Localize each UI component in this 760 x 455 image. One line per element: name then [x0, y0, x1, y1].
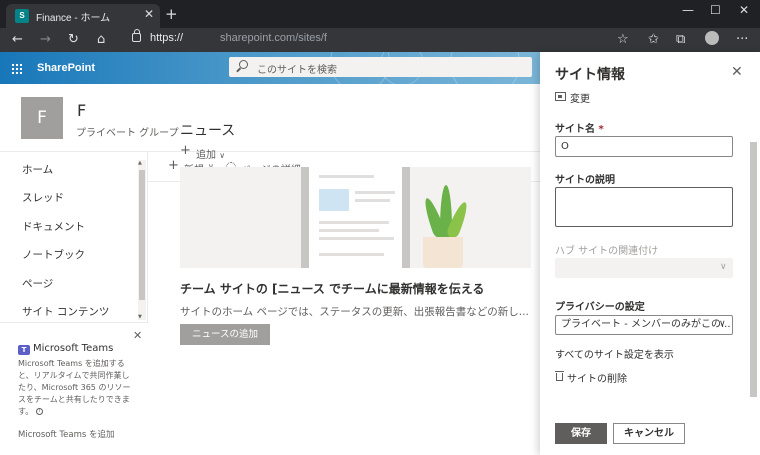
browser-toolbar: ← → ↻ ⌂ https:// sharepoint.com/sites/f … [0, 28, 760, 52]
delete-site-button[interactable]: サイトの削除 [567, 370, 627, 385]
tab-close-icon[interactable]: ✕ [144, 7, 154, 21]
site-description-label: サイトの説明 [555, 175, 615, 186]
illustration-line [319, 229, 379, 232]
panel-title: サイト情報 [555, 67, 625, 83]
back-icon[interactable]: ← [12, 32, 23, 47]
nav-item-pages[interactable]: ページ [22, 276, 53, 291]
site-description-textarea[interactable] [555, 187, 733, 227]
cancel-button[interactable]: キャンセル [613, 423, 685, 444]
privacy-label: プライバシーの設定 [555, 302, 645, 313]
news-section-title: ニュース [180, 123, 236, 139]
collections-icon[interactable]: ⧉ [676, 32, 685, 47]
chevron-down-icon[interactable]: ∨ [719, 319, 726, 329]
device-illustration [301, 167, 410, 268]
sharepoint-page: F F プライベート グループ ホーム スレッド ドキュメント ノートブック ペ… [0, 84, 540, 455]
nav-item-notebook[interactable]: ノートブック [22, 247, 85, 262]
news-body: サイトのホーム ページでは、ステータスの更新、出張報告書などの新し... [180, 306, 529, 318]
teams-logo-icon: T [18, 345, 30, 355]
chevron-down-icon: ∨ [720, 262, 727, 272]
scroll-up-icon[interactable]: ▲ [138, 160, 142, 166]
nav-item-site-contents[interactable]: サイト コンテンツ [22, 304, 109, 319]
teams-promo-card: ✕ T Microsoft Teams Microsoft Teams を追加す… [0, 322, 148, 455]
site-information-panel: サイト情報 ✕ 変更 サイト名 * O サイトの説明 ハブ サイトの関連付け ∨… [540, 52, 760, 455]
news-add-label: 追加 [196, 150, 216, 161]
teams-description: Microsoft Teams を追加すると、リアルタイムで共同作業したり、Mi… [18, 358, 136, 418]
more-icon[interactable]: ··· [736, 32, 748, 47]
hub-association-label: ハブ サイトの関連付け [555, 246, 659, 257]
nav-scroll-thumb[interactable] [139, 170, 145, 300]
home-icon[interactable]: ⌂ [97, 32, 105, 47]
nav-item-documents[interactable]: ドキュメント [22, 219, 85, 234]
nav-item-home[interactable]: ホーム [22, 162, 53, 177]
browser-tab[interactable]: S Finance - ホーム ✕ [6, 4, 160, 28]
news-headline[interactable]: チーム サイトの [ニュース でチームに最新情報を伝える [180, 280, 484, 297]
site-name-input[interactable]: O [555, 136, 733, 157]
news-hero-illustration[interactable] [180, 167, 531, 268]
illustration-image [319, 189, 349, 211]
image-edit-icon[interactable] [555, 92, 566, 101]
teams-add-link[interactable]: Microsoft Teams を追加 [18, 428, 114, 440]
chevron-down-icon: ∨ [219, 151, 226, 160]
sharepoint-brand[interactable]: SharePoint [37, 62, 95, 74]
illustration-line [355, 191, 395, 194]
tab-title: Finance - ホーム [36, 13, 111, 24]
app-launcher-icon[interactable] [11, 63, 22, 74]
teams-close-icon[interactable]: ✕ [133, 329, 142, 342]
site-title[interactable]: F [77, 101, 86, 120]
site-header: F F プライベート グループ [0, 84, 540, 152]
required-mark: * [598, 124, 604, 135]
nav-item-threads[interactable]: スレッド [22, 190, 64, 205]
view-all-settings-link[interactable]: すべてのサイト設定を表示 [555, 346, 674, 361]
url-prefix[interactable]: https:// [150, 32, 183, 44]
nav-scrollbar[interactable]: ▲ ▼ [138, 160, 146, 320]
favorites-icon[interactable]: ✩ [648, 32, 659, 47]
profile-icon[interactable] [705, 31, 719, 45]
teams-description-text: Microsoft Teams を追加すると、リアルタイムで共同作業したり、Mi… [18, 359, 131, 416]
site-logo[interactable]: F [21, 97, 63, 139]
window-close-icon[interactable]: ✕ [739, 3, 749, 17]
panel-scroll-thumb[interactable] [750, 142, 757, 397]
illustration-line [355, 199, 390, 202]
add-news-button[interactable]: ニュースの追加 [180, 324, 270, 345]
new-plus-icon[interactable]: + [168, 158, 179, 173]
trash-icon[interactable] [555, 371, 564, 381]
url-domain[interactable]: sharepoint.com/sites/f [220, 32, 327, 44]
search-placeholder: このサイトを検索 [257, 65, 337, 76]
new-tab-icon[interactable]: + [165, 5, 178, 23]
star-icon[interactable]: ☆ [617, 32, 629, 47]
sharepoint-favicon-icon: S [15, 9, 29, 23]
info-icon[interactable]: i [35, 408, 43, 415]
forward-icon[interactable]: → [40, 32, 51, 47]
news-add-button[interactable]: 追加 ∨ [196, 146, 225, 161]
site-name-label: サイト名 * [555, 120, 604, 135]
illustration-line [319, 221, 389, 224]
close-icon[interactable]: ✕ [731, 64, 743, 80]
site-search-input[interactable]: このサイトを検索 [229, 57, 532, 77]
browser-titlebar: S Finance - ホーム ✕ + — ☐ ✕ [0, 0, 760, 28]
privacy-select[interactable]: プライベート - メンバーのみがこの... [555, 315, 733, 335]
scroll-down-icon[interactable]: ▼ [138, 314, 142, 320]
illustration-line [319, 175, 374, 178]
maximize-icon[interactable]: ☐ [710, 3, 721, 17]
add-plus-icon[interactable]: + [180, 143, 191, 158]
refresh-icon[interactable]: ↻ [68, 32, 79, 47]
panel-scrollbar[interactable] [749, 142, 758, 397]
minimize-icon[interactable]: — [682, 3, 694, 17]
search-icon [239, 60, 248, 69]
change-logo-button[interactable]: 変更 [570, 90, 590, 105]
illustration-line [319, 253, 384, 256]
site-name-label-text: サイト名 [555, 124, 595, 135]
lock-icon[interactable] [132, 29, 141, 42]
plant-pot [423, 237, 463, 268]
site-subtitle: プライベート グループ [76, 128, 179, 139]
illustration-line [319, 237, 394, 240]
teams-title: Microsoft Teams [33, 343, 114, 354]
hub-association-select: ∨ [555, 258, 733, 278]
save-button[interactable]: 保存 [555, 423, 607, 444]
